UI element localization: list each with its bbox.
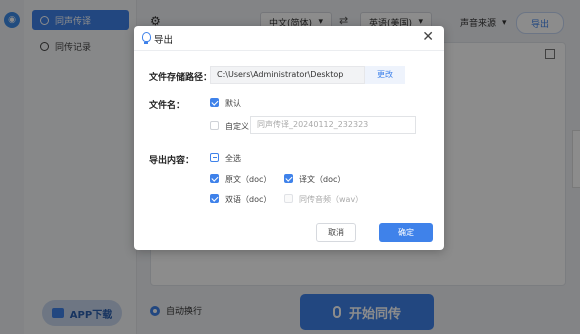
custom-name-label: 自定义 [225,122,249,131]
filename-label: 文件名： [149,101,186,111]
confirm-button[interactable]: 确定 [379,223,433,242]
bilingual-doc-checkbox[interactable] [210,194,219,203]
content-label: 导出内容： [149,156,195,166]
dialog-title: 导出 [154,35,174,46]
close-icon[interactable]: ✕ [422,29,434,45]
path-field[interactable]: C:\Users\Administrator\Desktop [210,66,365,84]
export-dialog: 导出 ✕ 文件存储路径： C:\Users\Administrator\Desk… [134,26,444,250]
default-name-label: 默认 [225,99,241,108]
default-name-checkbox[interactable] [210,98,219,107]
audio-wav-label: 同传音频（wav） [299,195,364,204]
cancel-button[interactable]: 取消 [316,223,356,242]
translation-doc-label: 译文（doc） [299,175,346,184]
original-doc-label: 原文（doc） [225,175,272,184]
lightbulb-icon [142,32,151,44]
custom-filename-input[interactable]: 同声传译_20240112_232323 [250,116,416,134]
custom-name-checkbox[interactable] [210,121,219,130]
bilingual-doc-label: 双语（doc） [225,195,272,204]
select-all-checkbox[interactable] [210,153,219,162]
translation-doc-checkbox[interactable] [284,174,293,183]
dialog-header: 导出 ✕ [134,26,444,51]
audio-wav-checkbox[interactable] [284,194,293,203]
select-all-label: 全选 [225,154,241,163]
path-label: 文件存储路径： [149,73,213,83]
change-path-button[interactable]: 更改 [365,66,405,84]
original-doc-checkbox[interactable] [210,174,219,183]
